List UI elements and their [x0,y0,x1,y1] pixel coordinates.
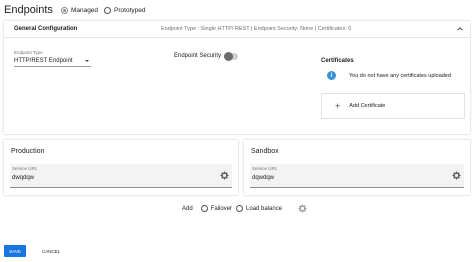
radio-prototyped-label: Prototyped [114,6,146,14]
sandbox-url-field[interactable]: Service URL dqwdqw [250,164,464,188]
radio-prototyped[interactable]: Prototyped [104,6,146,14]
endpoint-security-label: Endpoint Security [174,53,222,59]
chevron-up-icon[interactable] [456,25,464,33]
radio-failover-label: Failover [210,205,233,212]
production-url-label: Service URL [12,166,38,171]
add-certificate-button[interactable]: + Add Certificate [321,93,465,119]
add-label: Add [182,205,193,212]
production-url-value[interactable]: dwqdqw [12,175,34,181]
radio-unchecked-icon[interactable] [200,205,208,212]
radio-load-balance-label: Load balance [246,205,283,212]
sandbox-panel: Sandbox Service URL dqwdqw [244,140,470,195]
general-configuration-label: General Configuration [14,26,78,32]
sandbox-url-label: Service URL [252,166,278,171]
endpoint-security-toggle[interactable] [224,52,238,61]
general-configuration-summary: Endpoint Type : Single HTTP/ REST | Endp… [161,26,352,32]
radio-checked-icon[interactable] [60,6,68,14]
plus-icon: + [335,101,341,111]
sandbox-url-value[interactable]: dqwdqw [252,175,274,181]
general-configuration-header[interactable]: General Configuration Endpoint Type : Si… [4,21,470,38]
cancel-button[interactable]: CANCEL [42,245,60,257]
radio-unchecked-icon[interactable] [236,205,244,212]
info-icon: i [327,71,336,80]
certificates-title: Certificates [321,58,354,64]
radio-unchecked-icon[interactable] [104,6,112,14]
add-endpoint-row: Add Failover Load balance [182,204,307,213]
production-title: Production [11,148,45,155]
certificates-info-text: You do not have any certificates uploade… [349,72,451,79]
radio-load-balance[interactable]: Load balance [236,205,282,212]
gear-icon[interactable] [298,204,307,213]
gear-icon[interactable] [220,171,229,180]
radio-managed-label: Managed [70,6,99,14]
production-panel: Production Service URL dwqdqw [4,140,238,195]
caret-down-icon [85,59,89,62]
endpoint-type-value: HTTP/REST Endpoint [14,57,73,64]
production-url-field[interactable]: Service URL dwqdqw [10,164,232,188]
sandbox-title: Sandbox [251,148,279,155]
endpoint-type-select[interactable]: HTTP/REST Endpoint [14,55,91,67]
endpoint-mode-radio-group: Managed Prototyped [60,6,152,14]
toggle-knob[interactable] [224,52,233,61]
radio-failover[interactable]: Failover [200,205,233,212]
save-button[interactable]: SAVE [4,245,26,257]
add-certificate-label: Add Certificate [349,103,386,109]
gear-icon[interactable] [452,171,461,180]
certificates-info: i You do not have any certificates uploa… [327,71,451,80]
radio-managed[interactable]: Managed [60,6,99,14]
page-title: Endpoints [4,4,53,16]
page-header: Endpoints Managed Prototyped [4,2,151,18]
